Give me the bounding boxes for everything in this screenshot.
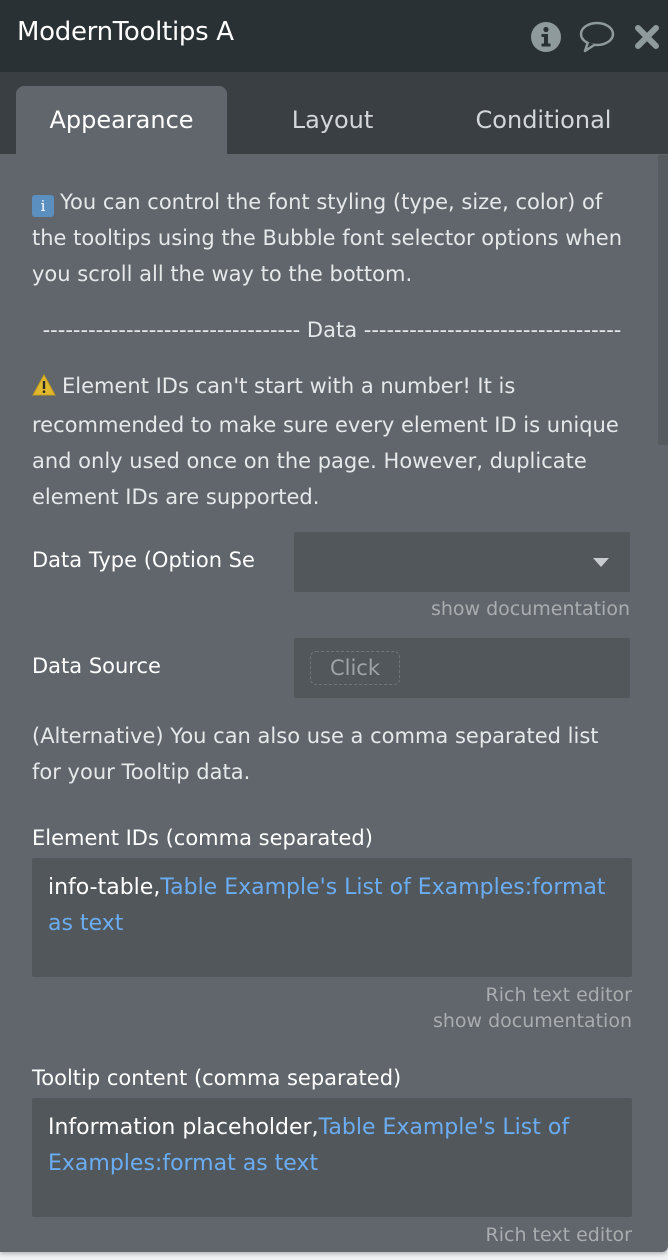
data-type-label: Data Type (Option Se [32, 548, 255, 572]
info-icon[interactable] [528, 20, 564, 54]
data-section-separator: ---------------------------------- Data … [42, 318, 622, 342]
tab-layout[interactable]: Layout [227, 86, 438, 154]
chevron-down-icon [593, 558, 609, 567]
panel-title: ModernTooltips A [17, 17, 234, 47]
element-ids-editor[interactable]: info-table,Table Example's List of Examp… [32, 858, 632, 977]
alternative-note: (Alternative) You can also use a comma s… [32, 724, 599, 784]
tooltip-content-label: Tooltip content (comma separated) [32, 1066, 402, 1090]
element-id-warning: Element IDs can't start with a number! I… [32, 368, 632, 515]
data-type-dropdown[interactable] [294, 532, 630, 592]
data-source-field[interactable]: Click [294, 638, 630, 698]
panel-scrollbar[interactable] [658, 155, 668, 445]
data-source-click-button[interactable]: Click [310, 651, 400, 685]
element-ids-rich-text-editor-link[interactable]: Rich text editor [486, 984, 632, 1006]
element-ids-show-documentation[interactable]: show documentation [433, 1010, 632, 1032]
property-editor-panel: ModernTooltips A Appearance Layout Condi… [0, 0, 668, 1252]
font-styling-note: i You can control the font styling (type,… [32, 184, 632, 292]
element-ids-static-text: info-table, [48, 875, 161, 900]
close-icon[interactable] [632, 20, 662, 54]
element-ids-label: Element IDs (comma separated) [32, 826, 373, 850]
tooltip-content-rich-text-editor-link[interactable]: Rich text editor [486, 1224, 632, 1246]
tab-appearance[interactable]: Appearance [16, 86, 227, 154]
tab-bar: Appearance Layout Conditional [0, 72, 668, 154]
element-id-warning-text: Element IDs can't start with a number! I… [32, 374, 619, 509]
panel-header: ModernTooltips A [0, 0, 668, 72]
tooltip-content-editor[interactable]: Information placeholder,Table Example's … [32, 1098, 632, 1217]
warning-icon [32, 371, 56, 407]
tab-conditional[interactable]: Conditional [438, 86, 649, 154]
comment-icon[interactable] [577, 20, 617, 54]
tooltip-content-static-text: Information placeholder, [48, 1115, 319, 1140]
data-type-show-documentation[interactable]: show documentation [431, 598, 630, 620]
info-emoji-icon: i [32, 195, 54, 217]
data-source-label: Data Source [32, 654, 161, 678]
font-styling-note-text: You can control the font styling (type, … [32, 190, 623, 286]
